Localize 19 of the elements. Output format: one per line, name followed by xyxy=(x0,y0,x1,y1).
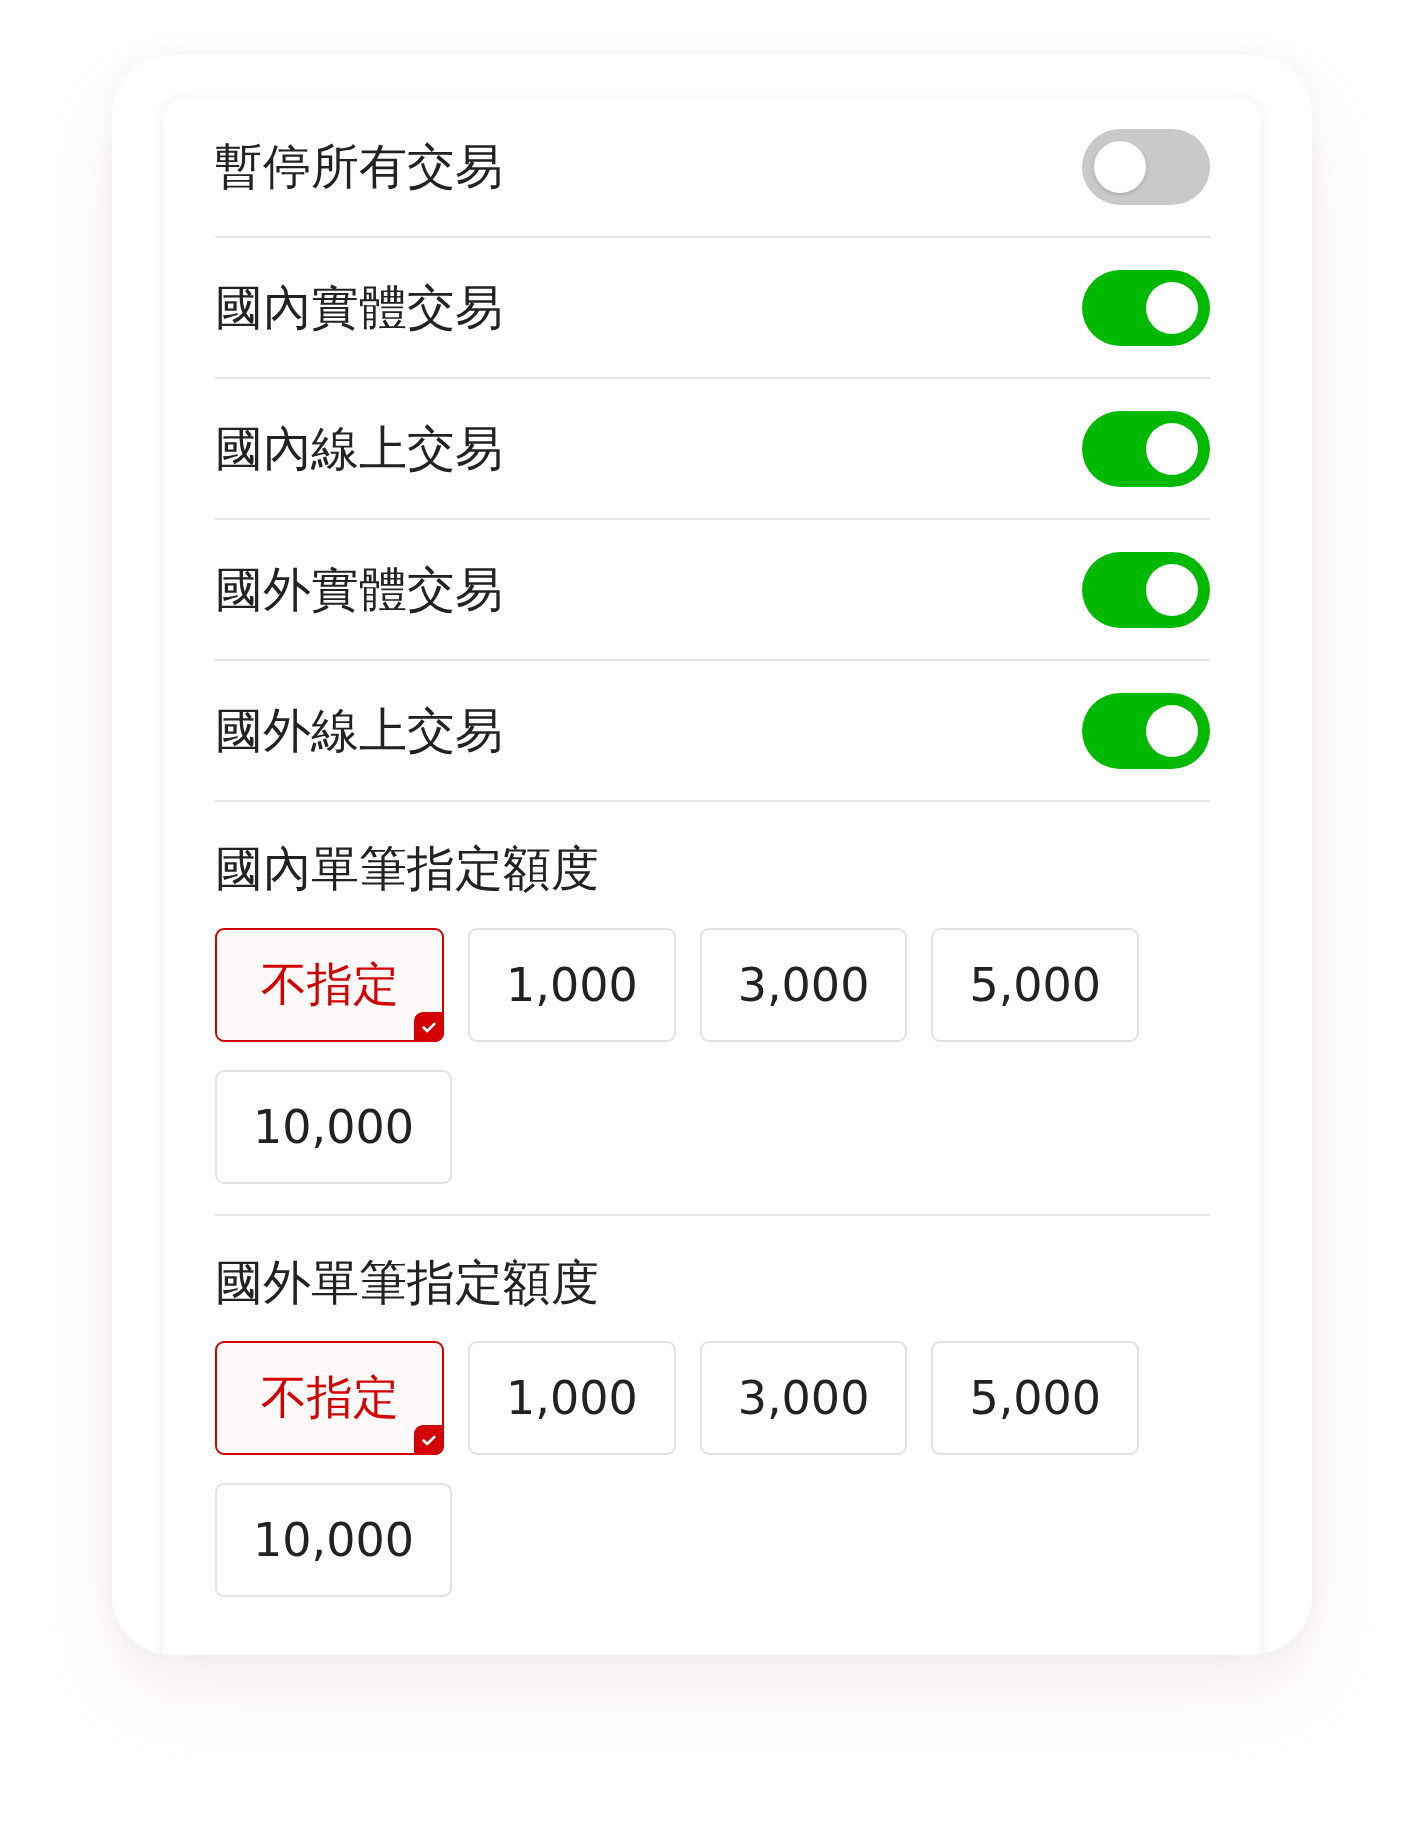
setting-label: 國內實體交易 xyxy=(215,278,503,337)
amount-option[interactable]: 10,000 xyxy=(215,1069,452,1184)
amount-option[interactable]: 不指定 xyxy=(215,1341,444,1456)
setting-label: 暫停所有交易 xyxy=(215,137,503,196)
amount-option[interactable]: 3,000 xyxy=(699,1341,908,1456)
amount-option[interactable]: 不指定 xyxy=(215,927,444,1042)
check-icon xyxy=(414,1011,444,1042)
section-title: 國外單筆指定額度 xyxy=(215,1253,600,1312)
amount-option[interactable]: 5,000 xyxy=(931,1341,1140,1456)
amount-option[interactable]: 1,000 xyxy=(468,927,676,1042)
setting-label: 國內線上交易 xyxy=(215,419,503,478)
amount-option[interactable]: 5,000 xyxy=(931,927,1140,1042)
setting-label: 國外線上交易 xyxy=(215,701,503,760)
setting-label: 國外實體交易 xyxy=(215,560,503,619)
amount-option[interactable]: 3,000 xyxy=(699,927,908,1042)
section-title: 國內單筆指定額度 xyxy=(215,840,600,898)
amount-option[interactable]: 10,000 xyxy=(215,1483,452,1598)
amount-option[interactable]: 1,000 xyxy=(468,1341,676,1456)
check-icon xyxy=(414,1425,444,1456)
